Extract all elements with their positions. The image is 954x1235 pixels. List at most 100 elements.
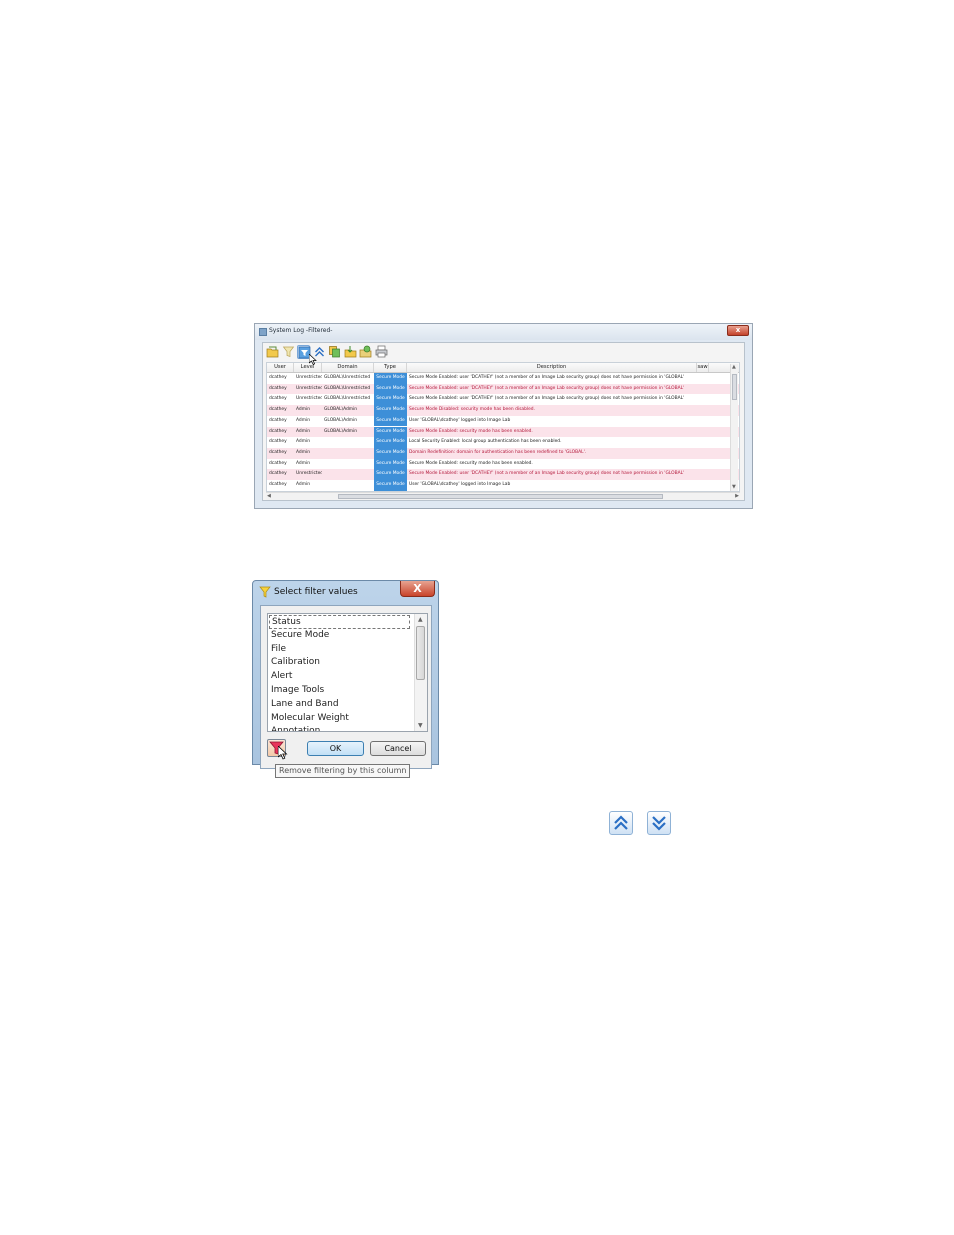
cell-description: Secure Mode Enabled: user 'DCATHEY' (not… <box>409 375 685 380</box>
toolbar-filter-button[interactable] <box>282 345 295 359</box>
cell-type: Secure Mode <box>374 415 407 427</box>
cell-user: dcathey <box>269 471 287 477</box>
filter-option[interactable]: Lane and Band <box>271 698 339 710</box>
table-row[interactable]: dcathey Admin Secure Mode Secure Mode Enabl… <box>267 458 739 470</box>
ok-button[interactable]: OK <box>307 741 364 756</box>
cell-user: dcathey <box>269 407 287 413</box>
cell-description: Secure Mode Enabled: user 'DCATHEY' (not… <box>409 396 685 402</box>
cell-level: Unrestricted <box>296 396 322 402</box>
scroll-down-icon[interactable]: ▼ <box>732 485 736 490</box>
toolbar-refresh-button[interactable] <box>359 345 372 359</box>
toolbar-open-folder-button[interactable] <box>266 345 279 359</box>
horizontal-scrollbar[interactable]: ◀ ▶ <box>266 492 740 500</box>
cell-domain: GLOBAL\Admin <box>324 428 358 434</box>
mouse-cursor-icon <box>278 746 288 760</box>
cell-user: dcathey <box>269 396 287 402</box>
table-row[interactable]: dcathey Unrestricted Secure Mode Secure Mod… <box>267 469 739 480</box>
column-header-description[interactable]: Description <box>407 363 697 372</box>
cell-user: dcathey <box>269 439 287 445</box>
filter-option[interactable]: Secure Mode <box>271 629 329 641</box>
cell-domain: GLOBAL\Unrestricted <box>324 375 371 380</box>
scroll-down-icon[interactable]: ▼ <box>418 723 423 729</box>
filter-option[interactable]: Alert <box>271 670 292 682</box>
vertical-scrollbar[interactable]: ▲ ▼ <box>730 364 738 491</box>
cell-type: Secure Mode <box>374 373 407 384</box>
horizontal-scroll-thumb[interactable] <box>338 494 663 499</box>
dialog-close-button[interactable]: X <box>400 581 435 597</box>
table-row[interactable]: dcathey Admin Secure Mode Local Security En… <box>267 437 739 448</box>
cell-type: Secure Mode <box>374 469 407 480</box>
cell-type: Secure Mode <box>374 405 407 416</box>
system-log-body: User Level Domain Type Description saw dcathe… <box>262 342 745 501</box>
cell-type: Secure Mode <box>374 437 407 448</box>
scroll-left-icon[interactable]: ◀ <box>267 494 271 499</box>
cell-user: dcathey <box>269 375 287 380</box>
open-folder-icon <box>266 346 279 358</box>
toolbar-export-button[interactable] <box>344 345 357 359</box>
close-button[interactable]: x <box>727 325 749 336</box>
list-scrollbar[interactable]: ▲ ▼ <box>414 614 427 731</box>
cell-type: Secure Mode <box>374 458 407 470</box>
cell-user: dcathey <box>269 482 287 487</box>
column-header-level[interactable]: Level <box>294 363 322 372</box>
export-icon <box>344 346 356 358</box>
filter-option[interactable]: Annotation <box>271 725 320 731</box>
cell-description: User 'GLOBAL\dcathey' logged into Image … <box>409 417 511 423</box>
column-header-user[interactable]: User <box>267 363 294 372</box>
filter-option[interactable]: File <box>271 643 286 655</box>
table-row[interactable]: dcathey Admin Secure Mode User 'GLOBAL\dcat… <box>267 480 739 491</box>
column-header-saw[interactable]: saw <box>697 363 709 372</box>
system-log-title: System Log -Filtered- <box>269 327 333 334</box>
cell-domain <box>324 480 374 491</box>
cancel-button[interactable]: Cancel <box>370 741 426 756</box>
toolbar-copy-button[interactable] <box>328 345 341 359</box>
column-header-type[interactable]: Type <box>374 363 407 372</box>
app-icon <box>259 328 267 336</box>
scroll-up-icon[interactable]: ▲ <box>732 365 736 370</box>
cell-level: Admin <box>296 449 310 455</box>
print-icon <box>375 345 387 358</box>
funnel-icon <box>259 586 271 598</box>
scroll-up-icon[interactable]: ▲ <box>418 617 423 623</box>
cell-level: Unrestricted <box>296 471 322 477</box>
filter-values-list[interactable]: Status Secure Mode File Calibration Alert Ima… <box>267 613 428 732</box>
remove-filter-tooltip: Remove filtering by this column <box>275 764 411 778</box>
column-header-domain[interactable]: Domain <box>322 363 374 372</box>
table-row[interactable]: dcathey Unrestricted GLOBAL\Unrestricted Se… <box>267 373 739 384</box>
table-row[interactable]: dcathey Admin GLOBAL\Admin Secure Mode Secur… <box>267 426 739 438</box>
cell-level: Admin <box>296 417 310 423</box>
filter-dialog-client: Status Secure Mode File Calibration Alert Ima… <box>260 605 432 769</box>
cell-description: Secure Mode Enabled: security mode has b… <box>409 460 533 466</box>
cell-user: dcathey <box>269 417 287 423</box>
cell-user: dcathey <box>269 385 287 391</box>
log-grid: User Level Domain Type Description saw dcathe… <box>266 362 740 492</box>
table-row[interactable]: dcathey Unrestricted GLOBAL\Unrestricted Se… <box>267 394 739 406</box>
cell-type: Secure Mode <box>374 426 407 438</box>
cell-level: Admin <box>296 482 310 487</box>
table-row[interactable]: dcathey Admin Secure Mode Domain Redefiniti… <box>267 447 739 459</box>
system-log-titlebar[interactable]: System Log -Filtered- x <box>255 324 752 340</box>
list-scroll-thumb[interactable] <box>416 626 425 680</box>
cell-description: Domain Redefinition: domain for authenti… <box>409 449 587 455</box>
cell-type: Secure Mode <box>374 383 407 395</box>
filter-option[interactable]: Image Tools <box>271 684 324 696</box>
table-row[interactable]: dcathey Admin GLOBAL\Admin Secure Mode Secur… <box>267 405 739 416</box>
cell-level: Admin <box>296 439 310 445</box>
table-row[interactable]: dcathey Unrestricted GLOBAL\Unrestricted Se… <box>267 383 739 395</box>
cell-domain <box>324 448 374 459</box>
filter-option[interactable]: Molecular Weight <box>271 712 349 724</box>
cell-description: Secure Mode Enabled: user 'DCATHEY' (not… <box>409 385 685 391</box>
filter-option[interactable]: Calibration <box>271 656 320 668</box>
cell-domain: GLOBAL\Admin <box>324 417 358 423</box>
scroll-right-icon[interactable]: ▶ <box>735 494 739 499</box>
toolbar-print-button[interactable] <box>375 345 388 359</box>
cell-level: Unrestricted <box>296 385 322 391</box>
filter-dialog-title: Select filter values <box>274 587 358 597</box>
vertical-scroll-thumb[interactable] <box>732 374 737 400</box>
filter-option[interactable]: Status <box>269 615 410 629</box>
cell-type: Secure Mode <box>374 480 407 491</box>
table-row[interactable]: dcathey Admin GLOBAL\Admin Secure Mode User … <box>267 415 739 427</box>
cell-type: Secure Mode <box>374 447 407 459</box>
filter-dialog: Select filter values X Status Secure Mode… <box>252 580 439 779</box>
cell-user: dcathey <box>269 460 287 466</box>
